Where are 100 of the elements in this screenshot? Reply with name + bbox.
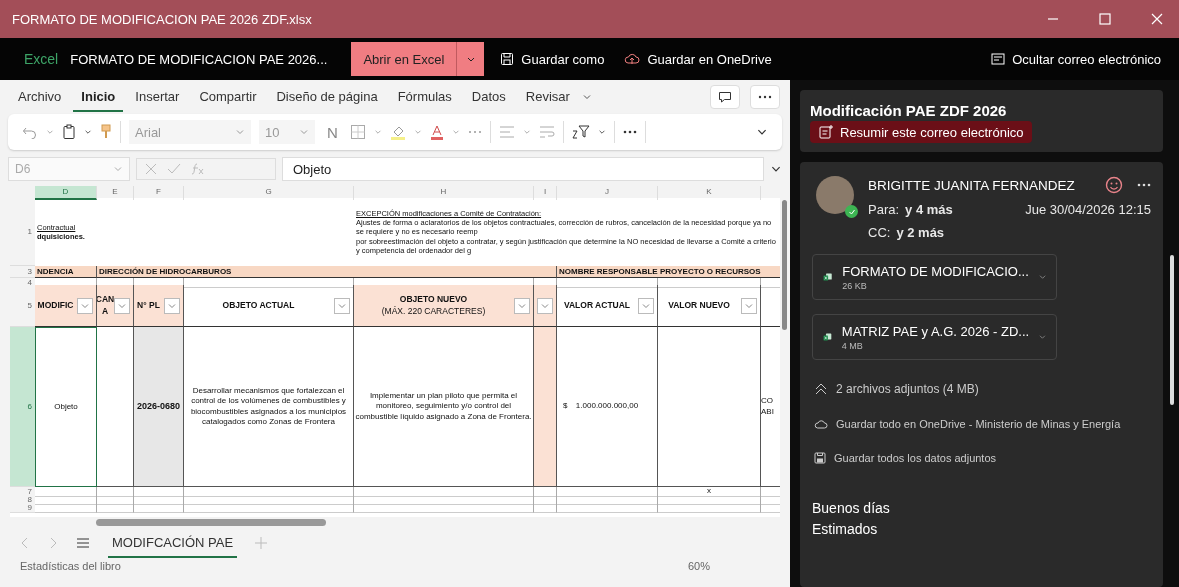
open-in-excel-button[interactable]: Abrir en Excel (351, 42, 457, 76)
zoom-dropdown[interactable]: 60% (687, 560, 710, 572)
hide-email-button[interactable]: Ocultar correo electrónico (987, 51, 1165, 67)
column-header[interactable]: F (134, 186, 184, 200)
row-number[interactable]: 1 (10, 198, 35, 266)
summary-icon (818, 124, 834, 140)
row-number[interactable]: 3 (10, 266, 35, 278)
menu-icon[interactable] (76, 537, 90, 549)
emoji-icon[interactable] (1105, 176, 1123, 194)
sheet-tab[interactable]: MODIFCACIÓN PAE (108, 528, 238, 558)
table-cell: N° PL (134, 285, 184, 327)
attachment-card[interactable]: FORMATO DE MODIFICACIO... 26 KB (812, 254, 1057, 300)
bold-button[interactable]: N (323, 123, 342, 141)
chevron-down-icon (518, 302, 526, 309)
borders-icon[interactable] (349, 124, 366, 140)
cancel-icon[interactable] (145, 163, 157, 175)
empty-cell (97, 503, 134, 513)
chevron-down-icon (118, 302, 126, 309)
dropdown-button[interactable] (456, 42, 485, 76)
wrap-text-icon[interactable] (538, 125, 555, 139)
save-icon[interactable] (814, 452, 826, 464)
recipients-link[interactable]: y 4 más (905, 202, 953, 217)
summarize-button[interactable]: Resumir este correo electrónico (810, 121, 1032, 143)
cc-recipients-link[interactable]: y 2 más (896, 225, 945, 240)
save-to-onedrive-link[interactable]: Guardar todo en OneDrive - Ministerio de Minas y Energía (836, 418, 1121, 430)
filter-dropdown[interactable] (638, 297, 654, 314)
attachments-summary[interactable]: 2 archivos adjuntos (4 MB) (836, 382, 979, 396)
row-number[interactable]: 5 (10, 285, 35, 327)
double-chevron-up-icon[interactable] (814, 382, 828, 396)
maximize-icon[interactable] (1099, 13, 1111, 25)
filter-dropdown[interactable] (514, 297, 530, 314)
undo-icon[interactable] (22, 125, 38, 139)
filter-dropdown[interactable] (77, 297, 93, 314)
empty-cell (134, 495, 184, 505)
empty-cell (97, 487, 134, 497)
column-header[interactable]: J (557, 186, 658, 200)
ribbon-tab[interactable]: Datos (463, 82, 514, 112)
column-header[interactable]: G (184, 186, 354, 200)
window-title: FORMATO DE MODIFICACION PAE 2026 ZDF.xlsx (12, 11, 313, 27)
chevron-right-icon[interactable] (48, 537, 58, 549)
align-icon[interactable] (498, 125, 515, 139)
ribbon-tab[interactable]: Diseño de página (268, 82, 386, 112)
chevron-down-icon (168, 302, 176, 309)
attachment-name: FORMATO DE MODIFICACIO... (842, 263, 1029, 279)
empty-cell (134, 487, 184, 497)
filter-dropdown[interactable] (164, 297, 180, 314)
filter-dropdown[interactable] (537, 297, 553, 314)
filter-dropdown[interactable] (334, 297, 350, 314)
row-number[interactable]: 9 (10, 503, 35, 513)
chevron-left-icon[interactable] (20, 537, 30, 549)
comment-icon (718, 91, 732, 103)
column-header[interactable]: D (35, 186, 97, 200)
cloud-icon[interactable] (814, 419, 828, 429)
chevron-down-icon (541, 302, 549, 309)
table-cell: x (658, 487, 761, 497)
save-all-attachments-link[interactable]: Guardar todos los datos adjuntos (834, 452, 997, 464)
ribbon-tab[interactable]: Compartir (191, 82, 265, 112)
more-options-button[interactable] (750, 85, 780, 109)
font-color-icon[interactable] (429, 124, 444, 140)
checkmark-icon[interactable] (167, 163, 181, 175)
save-to-cloud-button[interactable]: Guardar en OneDrive (620, 51, 776, 67)
table-cell: OBJETO NUEVO (MÁX. 220 CARACTERES) (354, 285, 534, 327)
fill-color-icon[interactable] (389, 124, 406, 140)
column-header[interactable]: H (354, 186, 534, 200)
filter-dropdown[interactable] (114, 297, 130, 314)
table-cell: VALOR ACTUAL (557, 285, 658, 327)
attachment-size: 26 KB (842, 280, 868, 291)
formula-field[interactable]: Objeto (282, 157, 764, 181)
attachment-card[interactable]: MATRIZ PAE y A.G. 2026 - ZD... 4 MB (812, 314, 1057, 360)
ribbon-tab[interactable]: Fórmulas (389, 82, 460, 112)
filter-dropdown[interactable] (741, 297, 757, 314)
chevron-down-icon (745, 302, 753, 309)
ribbon-tab[interactable]: Insertar (127, 82, 188, 112)
sender-name[interactable]: BRIGITTE JUANITA FERNANDEZ (868, 177, 1075, 193)
table-cell: OBJETO ACTUAL (184, 285, 354, 327)
table-cell: Desarrollar mecanismos que fortalezcan el control de los volúmenes de combustibles y biocombustibles asignados a los municipios catalogados como Zonas de Frontera (184, 327, 354, 487)
format-painter-icon[interactable] (100, 124, 112, 140)
save-as-button[interactable]: Guardar como (496, 51, 609, 67)
ribbon-tab[interactable]: Inicio (73, 82, 124, 112)
chevron-down-icon (81, 302, 89, 309)
ribbon-tab[interactable]: Archivo (10, 82, 70, 112)
column-header[interactable]: I (534, 186, 557, 200)
empty-cell (97, 495, 134, 505)
cloud-upload-icon (624, 52, 641, 66)
clipboard-icon[interactable] (62, 124, 76, 140)
sort-filter-icon[interactable] (571, 123, 590, 141)
close-icon[interactable] (1151, 13, 1163, 25)
chevron-down-icon (338, 302, 346, 309)
column-header[interactable]: E (97, 186, 134, 200)
more-icon[interactable] (622, 130, 637, 134)
comment-button[interactable] (710, 85, 740, 109)
workbook-statistics-link[interactable]: Estadísticas del libro (20, 560, 121, 572)
column-header[interactable]: K (658, 186, 761, 200)
table-cell: 2026-0680 (134, 327, 184, 487)
add-icon[interactable] (255, 537, 268, 549)
ribbon-tab[interactable]: Revisar (517, 82, 578, 112)
app-name: Excel (24, 51, 59, 67)
row-number[interactable]: 6 (10, 327, 35, 487)
empty-cell (134, 503, 184, 513)
more-icon[interactable] (1137, 183, 1151, 187)
